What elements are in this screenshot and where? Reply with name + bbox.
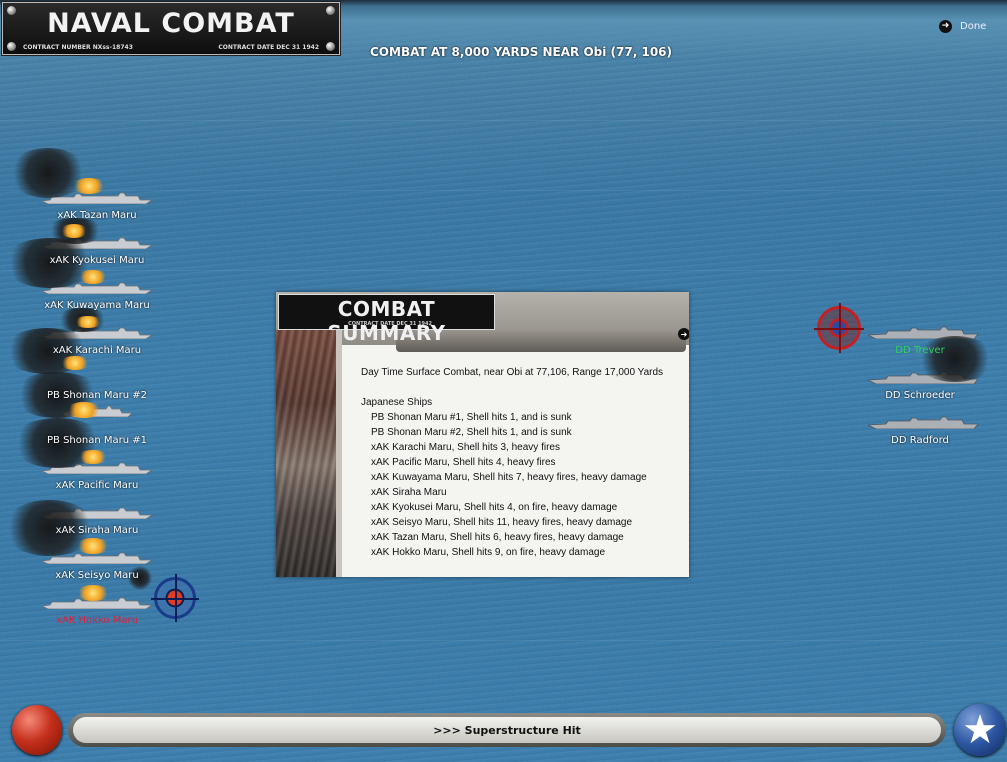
fire-effect [60, 356, 90, 370]
page-title: NAVAL COMBAT [47, 8, 295, 39]
ship-label[interactable]: xAK Seisyo Maru [27, 570, 167, 581]
contract-date: CONTRACT DATE DEC 31 1942 [218, 44, 319, 51]
summary-header-plate: COMBAT SUMMARY CONTRACT DATE DEC 31 1942 [278, 294, 495, 345]
status-message: >>> Superstructure Hit [73, 717, 941, 743]
fire-effect [76, 585, 110, 601]
selected-ship-label[interactable]: xAK Hokko Maru [27, 615, 167, 626]
summary-line: xAK Kuwayama Maru, Shell hits 7, heavy f… [371, 472, 647, 483]
fire-effect [74, 316, 102, 328]
photo-strip [276, 330, 336, 577]
target-reticle-icon[interactable] [151, 574, 199, 622]
summary-body: Day Time Surface Combat, near Obi at 77,… [361, 365, 681, 560]
summary-line: xAK Kyokusei Maru, Shell hits 4, on fire… [371, 502, 618, 513]
screw-icon [326, 42, 335, 51]
ship-label[interactable]: xAK Kyokusei Maru [27, 255, 167, 266]
contract-number: CONTRACT NUMBER NXss-18743 [23, 44, 133, 51]
arrow-right-icon: ➜ [939, 20, 952, 33]
smoke-effect [915, 336, 995, 382]
combat-summary-dialog: COMBAT SUMMARY CONTRACT DATE DEC 31 1942… [276, 292, 689, 577]
fire-effect [78, 450, 108, 464]
summary-line: PB Shonan Maru #1, Shell hits 1, and is … [371, 412, 572, 423]
summary-date: CONTRACT DATE DEC 31 1942 [348, 321, 432, 327]
summary-line: xAK Hokko Maru, Shell hits 9, on fire, h… [371, 547, 606, 558]
wave-line [0, 640, 1007, 641]
ship-label[interactable]: xAK Karachi Maru [27, 345, 167, 356]
summary-line: xAK Tazan Maru, Shell hits 6, heavy fire… [371, 532, 624, 543]
combat-location-title: COMBAT AT 8,000 YARDS NEAR Obi (77, 106) [370, 45, 672, 59]
next-page-arrow-icon[interactable]: ➜ [678, 328, 689, 340]
ship-label[interactable]: PB Shonan Maru #2 [27, 390, 167, 401]
ship-label[interactable]: xAK Siraha Maru [27, 525, 167, 536]
summary-line: xAK Pacific Maru, Shell hits 4, heavy fi… [371, 457, 556, 468]
summary-line: PB Shonan Maru #2, Shell hits 1, and is … [371, 427, 572, 438]
ship-silhouette[interactable] [868, 415, 978, 429]
done-button[interactable]: ➜ Done [939, 20, 986, 33]
wave-line [0, 190, 1007, 191]
wave-line [0, 270, 1007, 271]
summary-line: xAK Siraha Maru [371, 487, 447, 498]
fire-effect [78, 270, 108, 284]
ship-label[interactable]: xAK Kuwayama Maru [27, 300, 167, 311]
fire-effect [72, 178, 106, 194]
summary-line: xAK Karachi Maru, Shell hits 3, heavy fi… [371, 442, 560, 453]
naval-combat-plaque: NAVAL COMBAT CONTRACT NUMBER NXss-18743 … [2, 2, 340, 55]
summary-intro: Day Time Surface Combat, near Obi at 77,… [361, 367, 664, 378]
wave-line [0, 120, 1007, 121]
ship-label[interactable]: xAK Tazan Maru [27, 210, 167, 221]
attacker-reticle-icon[interactable] [814, 303, 864, 353]
summary-line: xAK Seisyo Maru, Shell hits 11, heavy fi… [371, 517, 633, 528]
ship-label[interactable]: xAK Pacific Maru [27, 480, 167, 491]
screw-icon [7, 42, 16, 51]
selected-ship-label[interactable]: DD Trever [850, 345, 990, 356]
done-label: Done [960, 21, 987, 32]
photo-edge [336, 330, 342, 577]
fire-effect [60, 224, 88, 238]
ship-label[interactable]: DD Radford [850, 435, 990, 446]
ship-silhouette[interactable] [868, 325, 978, 339]
contract-info: CONTRACT NUMBER NXss-18743 CONTRACT DATE… [23, 44, 319, 51]
ship-label[interactable]: PB Shonan Maru #1 [27, 435, 167, 446]
summary-section-heading: Japanese Ships [361, 397, 433, 408]
allied-star-icon[interactable]: ★ [954, 704, 1006, 756]
fire-effect [76, 538, 110, 554]
fire-effect [66, 402, 102, 418]
ship-label[interactable]: DD Schroeder [850, 390, 990, 401]
stop-button[interactable] [12, 705, 62, 755]
